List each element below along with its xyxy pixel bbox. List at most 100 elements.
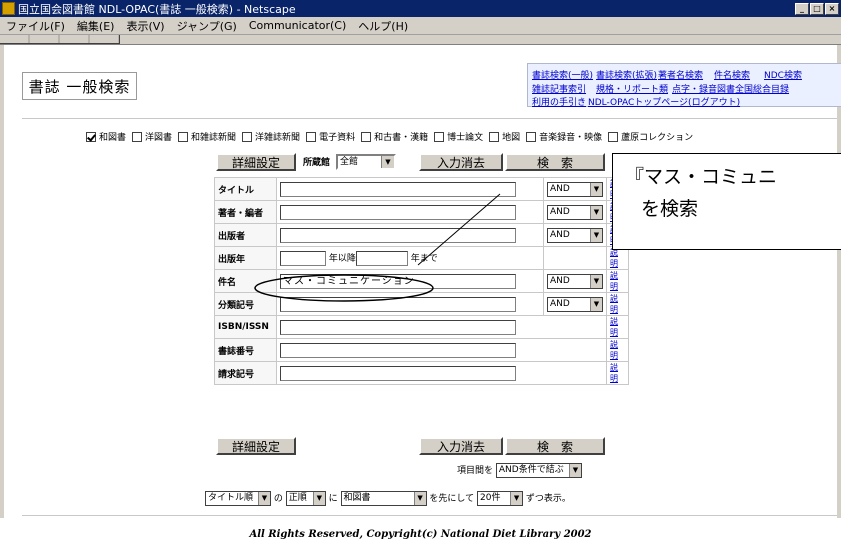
author-op-value: AND: [550, 206, 570, 217]
call-number-help-link[interactable]: 説明: [610, 363, 618, 383]
year-help-link[interactable]: 説明: [610, 248, 618, 268]
callout-line-1: 『マス・コミュニ: [625, 166, 778, 188]
menu-view[interactable]: 表示(V): [120, 18, 170, 34]
checkbox-electronic[interactable]: [306, 131, 317, 142]
bib-number-input[interactable]: [280, 342, 516, 358]
search-fields-table: タイトル AND ▼ 説明 著者・編者 AND ▼ 説明 出版者 AND ▼ 説明 出…: [214, 177, 629, 385]
checkbox-dissertations[interactable]: [434, 131, 445, 142]
subject-input[interactable]: マス・コミュニケーション: [280, 273, 516, 289]
clear-button-bottom[interactable]: 入力消去: [419, 437, 503, 455]
toolbar-tabs[interactable]: [0, 35, 120, 44]
row-classification: 分類記号 AND ▼ 説明: [214, 292, 629, 316]
dropdown-arrow-icon: ▼: [510, 492, 523, 505]
clear-button[interactable]: 入力消去: [419, 153, 503, 171]
nav-article-index[interactable]: 雑誌記事索引: [532, 82, 586, 95]
dropdown-arrow-icon: ▼: [590, 205, 602, 219]
row-bib-number: 書誌番号 説明: [214, 338, 629, 362]
nav-ndc-search[interactable]: NDC検索: [764, 68, 802, 81]
dropdown-arrow-icon: ▼: [590, 274, 602, 288]
form-bottom-row: 詳細設定 入力消去 検 索: [214, 437, 629, 459]
isbn-help-link[interactable]: 説明: [610, 317, 618, 337]
classification-help-link[interactable]: 説明: [610, 294, 618, 314]
close-button[interactable]: ×: [825, 2, 839, 15]
sort-order-select[interactable]: タイトル順 ▼: [205, 491, 271, 506]
minimize-button[interactable]: _: [795, 2, 809, 15]
classification-input[interactable]: [280, 296, 516, 312]
nav-top-logout[interactable]: NDL-OPACトップページ(ログアウト): [588, 95, 740, 108]
year-from-input[interactable]: [280, 250, 326, 266]
menu-file[interactable]: ファイル(F): [0, 18, 71, 34]
row-call-number: 請求記号 説明: [214, 361, 629, 385]
netscape-icon: [2, 2, 15, 15]
classification-op-select[interactable]: AND ▼: [547, 296, 603, 312]
menu-go[interactable]: ジャンプ(G): [171, 18, 243, 34]
checkbox-western-books[interactable]: [132, 131, 143, 142]
sort-direction-value: 正順: [288, 493, 307, 503]
nav-links-box: 書誌検索(一般) 書誌検索(拡張) 著者名検索 件名検索 NDC検索 雑誌記事索…: [527, 63, 841, 108]
checkbox-ashihara[interactable]: [608, 131, 619, 142]
title-op-select[interactable]: AND ▼: [547, 181, 603, 197]
sort-first-suffix: を先にして: [429, 494, 475, 504]
menu-communicator[interactable]: Communicator(C): [243, 19, 352, 32]
nav-guide[interactable]: 利用の手引き: [532, 95, 586, 108]
display-count-suffix: ずつ表示。: [525, 494, 571, 504]
checkbox-japanese-serials[interactable]: [178, 131, 189, 142]
label-ashihara: 蘆原コレクション: [621, 133, 694, 143]
page-title: 書誌 一般検索: [22, 72, 137, 100]
checkbox-maps[interactable]: [489, 131, 500, 142]
publisher-input[interactable]: [280, 227, 516, 243]
menu-help[interactable]: ヘルプ(H): [352, 18, 414, 34]
year-to-suffix: 年まで: [410, 253, 438, 264]
dropdown-arrow-icon: ▼: [413, 492, 426, 505]
sort-direction-select[interactable]: 正順 ▼: [285, 491, 326, 506]
subject-help-link[interactable]: 説明: [610, 271, 618, 291]
checkbox-western-serials[interactable]: [242, 131, 253, 142]
combine-select[interactable]: AND条件で結ぶ ▼: [495, 463, 582, 478]
isbn-input[interactable]: [280, 319, 516, 335]
detail-settings-button-bottom[interactable]: 詳細設定: [216, 437, 296, 455]
year-from-suffix: 年以降: [328, 253, 356, 264]
right-frame: [837, 45, 841, 518]
nav-bib-extended[interactable]: 書誌検索(拡張): [596, 68, 657, 81]
dropdown-arrow-icon: ▼: [590, 228, 602, 242]
copyright-footer: All Rights Reserved, Copyright(c) Nation…: [249, 529, 592, 540]
toolbar-grip: [0, 35, 841, 45]
library-select[interactable]: 全館 ▼: [336, 154, 396, 170]
row-title: タイトル AND▼ 説明: [214, 177, 629, 201]
call-number-label: 請求記号: [214, 361, 277, 385]
detail-settings-button[interactable]: 詳細設定: [216, 153, 296, 171]
combine-row: 項目間を AND条件で結ぶ ▼: [457, 463, 582, 478]
subject-op-select[interactable]: AND ▼: [547, 273, 603, 289]
nav-bib-general[interactable]: 書誌検索(一般): [532, 68, 593, 81]
nav-subject-search[interactable]: 件名検索: [714, 68, 750, 81]
publisher-op-select[interactable]: AND ▼: [547, 227, 603, 243]
divider-bottom: [22, 515, 837, 516]
label-western-books: 洋図書: [145, 133, 173, 143]
annotation-callout: 『マス・コミュニ を検索: [612, 153, 841, 250]
search-button-bottom[interactable]: 検 索: [505, 437, 605, 455]
menu-edit[interactable]: 編集(E): [71, 18, 121, 34]
checkbox-music[interactable]: [526, 131, 537, 142]
checkbox-japanese-books[interactable]: [86, 131, 96, 142]
library-label: 所蔵館: [303, 158, 331, 168]
author-op-select[interactable]: AND ▼: [547, 204, 603, 220]
nav-standards-reports[interactable]: 規格・リポート類: [596, 82, 668, 95]
nav-braille-catalog[interactable]: 点字・録音図書全国総合目録: [672, 82, 789, 95]
combine-label: 項目間を: [457, 466, 494, 476]
nav-author-search[interactable]: 著者名検索: [658, 68, 703, 81]
label-electronic: 電子資料: [319, 133, 356, 143]
call-number-input[interactable]: [280, 365, 516, 381]
maximize-button[interactable]: □: [810, 2, 824, 15]
author-input[interactable]: [280, 204, 516, 220]
checkbox-old-books[interactable]: [361, 131, 372, 142]
bib-number-help-link[interactable]: 説明: [610, 340, 618, 360]
callout-line-2: を検索: [641, 198, 699, 220]
year-to-input[interactable]: [355, 250, 408, 266]
row-subject: 件名 マス・コミュニケーション AND ▼ 説明: [214, 269, 629, 293]
search-button[interactable]: 検 索: [505, 153, 605, 171]
sort-first-value: 和図書: [343, 493, 371, 503]
title-input[interactable]: [280, 181, 516, 197]
display-count-select[interactable]: 20件 ▼: [477, 491, 524, 506]
sort-first-select[interactable]: 和図書 ▼: [340, 491, 427, 506]
dropdown-arrow-icon: ▼: [381, 156, 394, 168]
